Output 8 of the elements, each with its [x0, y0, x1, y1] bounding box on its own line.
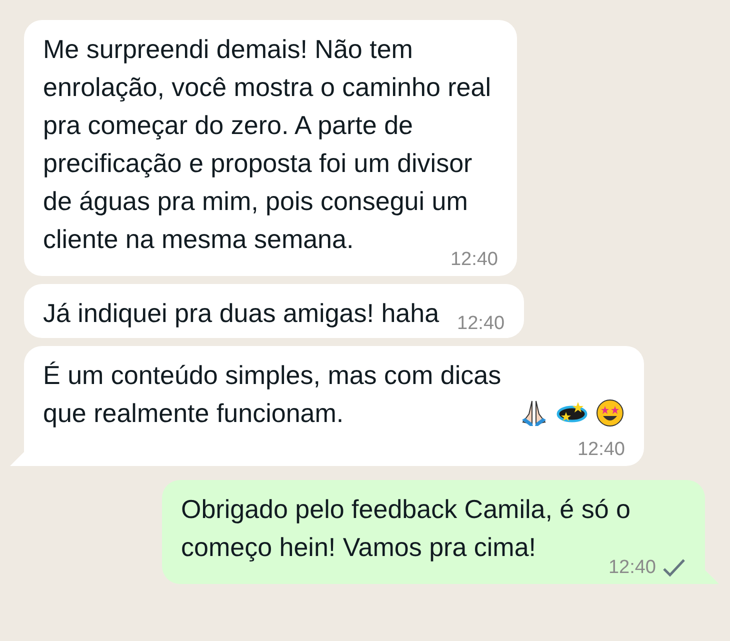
message-time: 12:40: [457, 312, 505, 336]
message-time: 12:40: [608, 556, 656, 580]
star-struck-emoji-icon: [595, 398, 625, 428]
message-time: 12:40: [577, 438, 625, 462]
message-text: Já indiquei pra duas amigas! haha: [43, 298, 440, 328]
message-text: É um conteúdo simples, mas com dicas que realmente funcionam.: [43, 359, 502, 430]
message-time: 12:40: [450, 248, 498, 272]
praying-hands-emoji-icon: [519, 398, 549, 428]
